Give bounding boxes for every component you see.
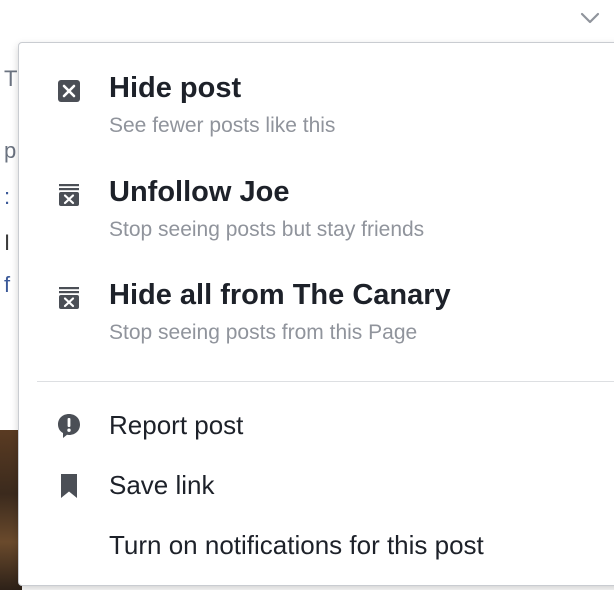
menu-item-turn-on-notifications[interactable]: Turn on notifications for this post	[57, 525, 614, 567]
menu-item-save-link[interactable]: Save link	[57, 465, 614, 507]
bookmark-icon	[61, 474, 77, 498]
menu-item-label: Report post	[109, 410, 244, 440]
background-text: f	[4, 272, 11, 297]
menu-item-title: Hide all from The Canary	[109, 279, 451, 311]
menu-item-subtitle: Stop seeing posts from this Page	[109, 321, 418, 344]
background-text: p	[4, 138, 17, 163]
close-box-icon	[58, 80, 80, 102]
menu-item-label: Save link	[109, 470, 215, 500]
chevron-down-icon[interactable]	[578, 6, 602, 30]
menu-item-subtitle: See fewer posts like this	[109, 114, 336, 137]
menu-item-label: Turn on notifications for this post	[109, 530, 484, 560]
menu-divider	[37, 381, 614, 382]
page: T p : I f Hide post See fewer posts like…	[0, 0, 614, 590]
background-text: :	[4, 184, 11, 209]
report-icon	[58, 414, 80, 438]
menu-item-report-post[interactable]: Report post	[57, 405, 614, 447]
post-options-menu: Hide post See fewer posts like this Unfo…	[18, 42, 614, 586]
unfollow-icon	[59, 287, 79, 309]
background-text: I	[4, 230, 11, 255]
unfollow-icon	[59, 184, 79, 206]
menu-item-title: Hide post	[109, 72, 242, 104]
menu-item-hide-post[interactable]: Hide post See fewer posts like this	[57, 71, 614, 147]
menu-item-unfollow[interactable]: Unfollow Joe Stop seeing posts but stay …	[57, 175, 614, 251]
menu-item-hide-all[interactable]: Hide all from The Canary Stop seeing pos…	[57, 278, 614, 354]
menu-item-subtitle: Stop seeing posts but stay friends	[109, 218, 425, 241]
background-text: T	[4, 66, 18, 91]
menu-item-title: Unfollow Joe	[109, 176, 290, 208]
